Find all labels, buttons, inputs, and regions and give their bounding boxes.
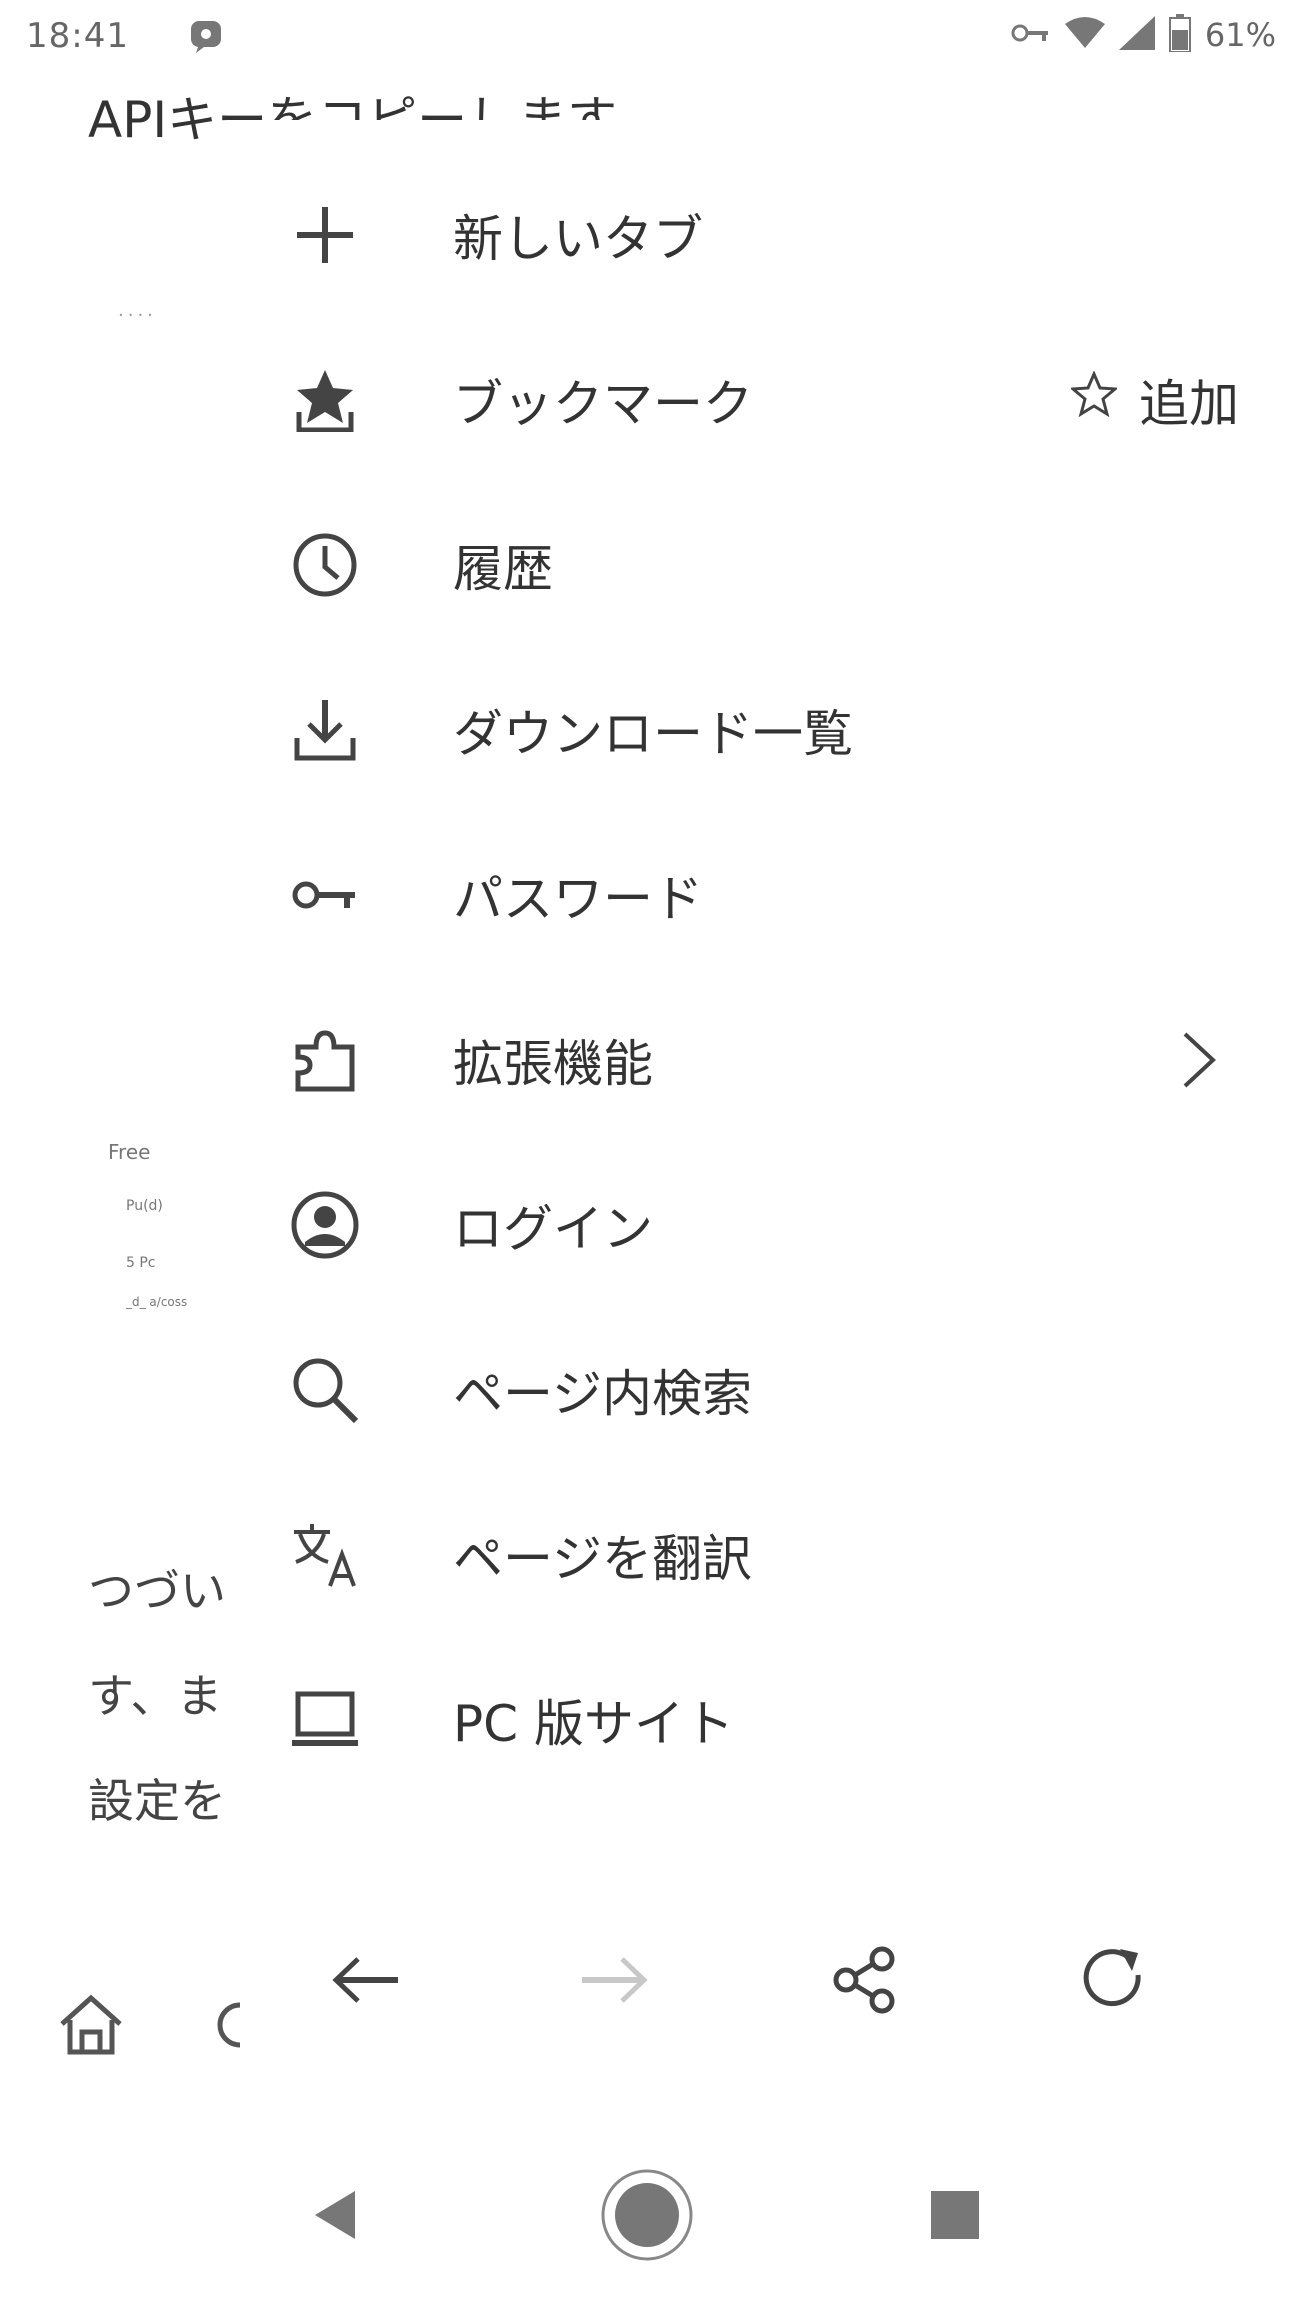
menu-item-label: ページ内検索 <box>453 1364 752 1423</box>
vpn-key-icon <box>1011 20 1051 50</box>
key-icon <box>285 855 365 935</box>
status-time: 18:41 <box>26 16 129 56</box>
translate-icon <box>285 1515 365 1595</box>
background-text-line: す、ま <box>88 1669 223 1723</box>
menu-item-label: 履歴 <box>453 539 553 598</box>
menu-item-label: 拡張機能 <box>453 1034 653 1093</box>
forward-arrow-icon[interactable] <box>570 1935 660 2025</box>
star-outline-icon <box>1069 369 1119 429</box>
menu-item-label: ブックマーク <box>453 374 753 433</box>
back-triangle-icon[interactable] <box>285 2165 385 2265</box>
menu-item-label: 新しいタブ <box>453 209 703 268</box>
download-icon <box>285 690 365 770</box>
menu-item-extensions[interactable]: 拡張機能 <box>250 977 1294 1142</box>
battery-percent: 61% <box>1204 16 1276 54</box>
menu-item-sign-in[interactable]: ログイン <box>250 1142 1294 1307</box>
menu-item-new-tab[interactable]: 新しいタブ <box>250 152 1294 317</box>
menu-item-label: PC 版サイト <box>453 1694 734 1753</box>
menu-item-history[interactable]: 履歴 <box>250 482 1294 647</box>
bookmark-star-icon <box>285 360 365 440</box>
background-small-text: _d_ a/coss <box>126 1295 188 1309</box>
system-navigation-bar <box>0 2120 1294 2300</box>
menu-item-passwords[interactable]: パスワード <box>250 812 1294 977</box>
laptop-icon <box>285 1680 365 1760</box>
background-partial-icon <box>210 1985 250 2065</box>
menu-item-find-in-page[interactable]: ページ内検索 <box>250 1307 1294 1472</box>
menu-item-label: パスワード <box>453 869 703 928</box>
notification-icon <box>188 18 224 54</box>
status-icons: 61% <box>1011 14 1276 56</box>
menu-item-bookmarks[interactable]: ブックマーク 追加 <box>250 317 1294 482</box>
add-bookmark-label: 追加 <box>1139 374 1239 433</box>
share-icon[interactable] <box>820 1935 910 2025</box>
account-circle-icon <box>285 1185 365 1265</box>
menu-item-desktop-site[interactable]: PC 版サイト <box>250 1637 1294 1802</box>
battery-icon <box>1168 14 1191 56</box>
menu-item-label: ページを翻訳 <box>453 1529 752 1588</box>
wifi-icon <box>1064 16 1105 54</box>
menu-item-label: ダウンロード一覧 <box>453 704 853 763</box>
background-dots: .... <box>118 300 157 321</box>
extension-puzzle-icon <box>285 1020 365 1100</box>
status-bar: 18:41 61% <box>0 0 1294 70</box>
background-text-line: 設定を <box>88 1774 226 1828</box>
menu-action-row <box>250 1900 1294 2060</box>
reload-icon[interactable] <box>1070 1935 1160 2025</box>
background-home-icon[interactable] <box>56 1990 126 2060</box>
plus-icon <box>285 195 365 275</box>
background-small-text: Pu(d) <box>126 1198 163 1214</box>
background-small-text: 5 Pc <box>126 1255 156 1271</box>
menu-item-translate[interactable]: ページを翻訳 <box>250 1472 1294 1637</box>
menu-item-downloads[interactable]: ダウンロード一覧 <box>250 647 1294 812</box>
background-text-line: つづい <box>88 1564 226 1618</box>
home-circle-icon[interactable] <box>597 2165 697 2265</box>
back-arrow-icon[interactable] <box>320 1935 410 2025</box>
clock-icon <box>285 525 365 605</box>
browser-overflow-menu: 新しいタブ ブックマーク 追加 履歴 ダウンロード一覧 パスワード 拡張機能 ロ… <box>250 120 1294 2110</box>
background-small-text: Free <box>108 1140 151 1164</box>
search-icon <box>285 1350 365 1430</box>
cellular-signal-icon <box>1118 16 1155 54</box>
menu-item-label: ログイン <box>453 1199 653 1258</box>
add-bookmark-button[interactable]: 追加 <box>1069 364 1239 436</box>
chevron-right-icon <box>1179 1030 1219 1090</box>
recents-square-icon[interactable] <box>905 2165 1005 2265</box>
